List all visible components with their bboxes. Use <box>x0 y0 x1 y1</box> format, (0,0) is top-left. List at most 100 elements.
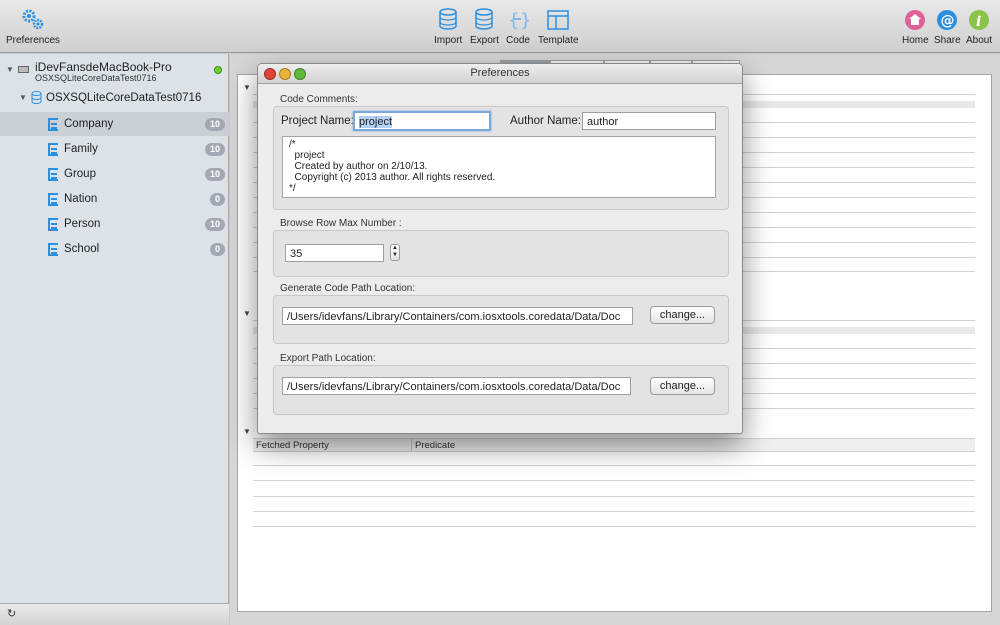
template-button[interactable]: Template <box>538 8 579 46</box>
template-icon <box>546 8 570 32</box>
share-at-icon: @ <box>935 8 959 32</box>
export-path-input[interactable]: /Users/idevfans/Library/Containers/com.i… <box>282 377 631 395</box>
database-row[interactable]: ▼ OSXSQLiteCoreDataTest0716 <box>0 88 229 108</box>
database-name: OSXSQLiteCoreDataTest0716 <box>46 92 202 104</box>
preferences-dialog: Preferences Code Comments: Project Name:… <box>257 63 743 434</box>
export-path-change-button[interactable]: change... <box>650 377 715 395</box>
svg-text:{: { <box>508 10 519 31</box>
entity-name: Nation <box>64 193 98 205</box>
author-name-label: Author Name: <box>510 115 581 127</box>
toolbar: Preferences Import Export { } <box>0 0 1000 53</box>
browse-row-label: Browse Row Max Number : <box>280 218 402 229</box>
entity-name: Family <box>64 143 98 155</box>
project-name-input[interactable]: project <box>353 111 491 131</box>
preferences-button[interactable]: Preferences <box>6 8 60 46</box>
count-badge: 10 <box>204 143 225 156</box>
browse-row-value: 35 <box>290 248 303 260</box>
export-path-value: /Users/idevfans/Library/Containers/com.i… <box>287 381 621 393</box>
computer-icon <box>18 66 29 73</box>
count-badge: 10 <box>204 118 225 131</box>
code-label: Code <box>506 35 530 46</box>
device-row[interactable]: ▼ iDevFansdeMacBook-Pro OSXSQLiteCoreDat… <box>0 58 229 84</box>
code-path-input[interactable]: /Users/idevfans/Library/Containers/com.i… <box>282 307 633 325</box>
count-badge: 0 <box>209 243 225 256</box>
code-button[interactable]: { } Code <box>506 8 530 46</box>
author-name-input[interactable]: author <box>582 112 716 130</box>
disclosure-triangle-icon[interactable]: ▼ <box>243 309 251 318</box>
divider <box>253 465 975 466</box>
code-path-label: Generate Code Path Location: <box>280 283 416 294</box>
about-button[interactable]: i About <box>966 8 992 46</box>
divider <box>253 496 975 497</box>
home-button[interactable]: Home <box>902 8 929 46</box>
disclosure-triangle-icon[interactable]: ▼ <box>243 83 251 92</box>
count-badge: 10 <box>204 168 225 181</box>
divider <box>253 511 975 512</box>
comment-textarea[interactable]: /* project Created by author on 2/10/13.… <box>282 136 716 198</box>
import-label: Import <box>434 35 463 46</box>
disclosure-triangle-icon[interactable]: ▼ <box>243 427 251 436</box>
share-label: Share <box>934 35 961 46</box>
about-label: About <box>966 35 993 46</box>
database-import-icon <box>436 8 460 32</box>
import-button[interactable]: Import <box>434 8 462 46</box>
entity-row-school[interactable]: School 0 <box>0 237 229 261</box>
entity-name: Person <box>64 218 101 230</box>
entity-row-nation[interactable]: Nation 0 <box>0 187 229 211</box>
connected-status-icon <box>214 66 222 74</box>
dialog-titlebar: Preferences <box>258 64 742 84</box>
device-subtitle: OSXSQLiteCoreDataTest0716 <box>35 73 157 83</box>
column-divider <box>411 439 412 452</box>
author-name-value: author <box>587 116 619 128</box>
browse-row-stepper[interactable]: ▲ ▼ <box>390 244 400 261</box>
refresh-icon[interactable]: ↻ <box>7 607 16 620</box>
entity-row-person[interactable]: Person 10 <box>0 212 229 236</box>
project-name-label: Project Name: <box>281 115 354 127</box>
code-path-change-button[interactable]: change... <box>650 306 715 324</box>
divider <box>253 526 975 527</box>
entity-row-group[interactable]: Group 10 <box>0 162 229 186</box>
share-button[interactable]: @ Share <box>934 8 961 46</box>
entity-row-family[interactable]: Family 10 <box>0 137 229 161</box>
template-label: Template <box>538 35 579 46</box>
entity-name: School <box>64 243 100 255</box>
sidebar-footer: ↻ <box>0 603 229 625</box>
export-path-label: Export Path Location: <box>280 353 376 364</box>
export-button[interactable]: Export <box>470 8 499 46</box>
entity-name: Company <box>64 118 114 130</box>
home-label: Home <box>902 35 929 46</box>
project-name-value: project <box>359 116 393 128</box>
entity-icon <box>48 167 58 181</box>
preferences-label: Preferences <box>6 35 60 46</box>
entity-icon <box>48 192 58 206</box>
entity-row-company[interactable]: Company 10 <box>0 112 229 136</box>
code-comments-label: Code Comments: <box>280 94 358 105</box>
fetched-table-header: Fetched Property Predicate <box>253 439 975 452</box>
disclosure-triangle-icon[interactable]: ▼ <box>19 93 27 102</box>
code-icon: { } <box>506 8 530 32</box>
export-label: Export <box>470 35 499 46</box>
divider <box>253 480 975 481</box>
code-path-value: /Users/idevfans/Library/Containers/com.i… <box>287 311 621 323</box>
home-icon <box>903 8 927 32</box>
fetched-property-header[interactable]: Fetched Property <box>256 440 329 451</box>
entity-icon <box>48 117 58 131</box>
gears-icon <box>21 8 45 32</box>
browse-row-input[interactable]: 35 <box>285 244 384 262</box>
entity-name: Group <box>64 168 96 180</box>
svg-text:}: } <box>520 10 529 31</box>
svg-text:@: @ <box>941 13 955 29</box>
info-icon: i <box>967 8 991 32</box>
svg-text:i: i <box>976 14 981 30</box>
sidebar: ▼ iDevFansdeMacBook-Pro OSXSQLiteCoreDat… <box>0 54 229 625</box>
disclosure-triangle-icon[interactable]: ▼ <box>6 65 14 74</box>
entity-icon <box>48 217 58 231</box>
entity-icon <box>48 242 58 256</box>
dialog-title: Preferences <box>470 67 530 79</box>
device-name: iDevFansdeMacBook-Pro <box>35 60 172 74</box>
entity-icon <box>48 142 58 156</box>
count-badge: 0 <box>209 193 225 206</box>
database-export-icon <box>472 8 496 32</box>
predicate-header[interactable]: Predicate <box>415 440 455 451</box>
database-icon <box>31 91 42 107</box>
